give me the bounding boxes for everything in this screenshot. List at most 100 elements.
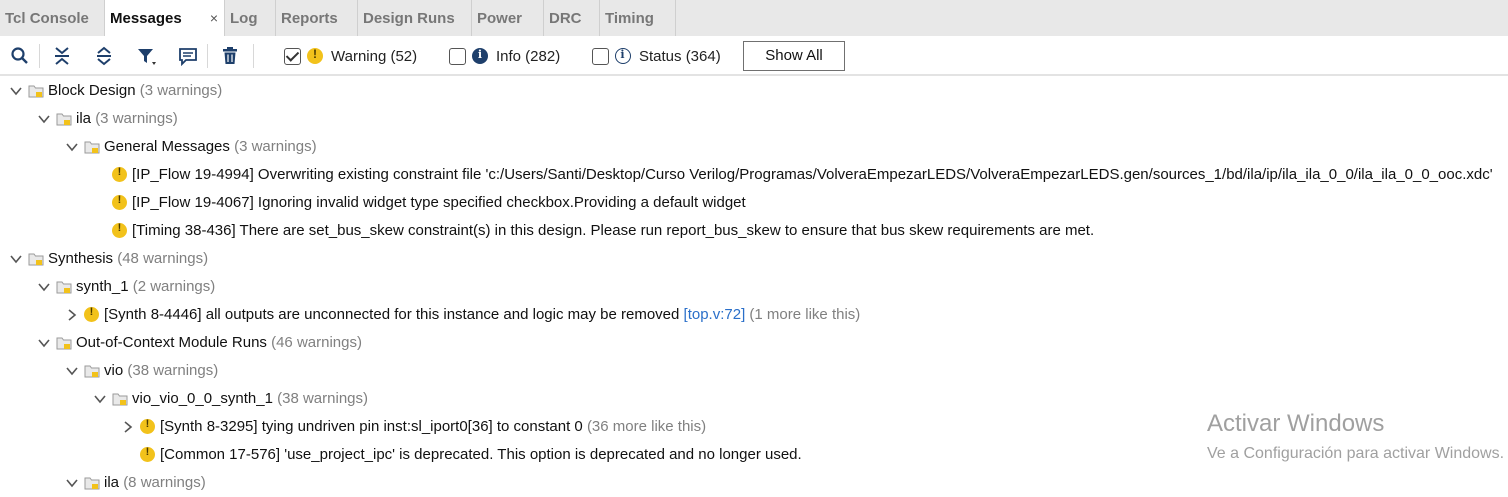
activation-watermark-title: Activar Windows bbox=[1207, 410, 1385, 437]
info-icon bbox=[472, 48, 488, 64]
tree-node-general-messages[interactable]: General Messages (3 warnings) bbox=[0, 133, 1508, 161]
folder-icon bbox=[56, 336, 72, 350]
chevron-down-icon[interactable] bbox=[66, 141, 78, 153]
message-text: [IP_Flow 19-4994] Overwriting existing c… bbox=[132, 166, 1493, 183]
message-row[interactable]: [IP_Flow 19-4067] Ignoring invalid widge… bbox=[0, 189, 1508, 217]
tree-node-synth-1[interactable]: synth_1 (2 warnings) bbox=[0, 273, 1508, 301]
tree-node-vio-synth[interactable]: vio_vio_0_0_synth_1 (38 warnings) bbox=[0, 385, 1508, 413]
toolbar-divider bbox=[207, 44, 208, 68]
warning-icon bbox=[112, 166, 127, 182]
search-icon[interactable] bbox=[10, 46, 30, 66]
folder-icon bbox=[28, 252, 44, 266]
chevron-down-icon[interactable] bbox=[10, 253, 22, 265]
collapse-all-icon[interactable] bbox=[52, 46, 72, 66]
messages-toolbar: Warning (52) Info (282) Status (364) Sho… bbox=[0, 36, 1508, 76]
tree-node-ila[interactable]: ila (3 warnings) bbox=[0, 105, 1508, 133]
tab-timing[interactable]: Timing bbox=[600, 0, 676, 36]
comment-icon[interactable] bbox=[178, 46, 198, 66]
message-text: [Common 17-576] 'use_project_ipc' is dep… bbox=[160, 446, 802, 463]
more-count: (36 more like this) bbox=[586, 418, 707, 435]
chevron-down-icon[interactable] bbox=[10, 85, 22, 97]
folder-icon bbox=[56, 280, 72, 294]
warning-icon bbox=[140, 446, 155, 462]
tab-messages[interactable]: Messages × bbox=[105, 0, 225, 36]
chevron-down-icon[interactable] bbox=[94, 393, 106, 405]
warning-filter-label: Warning (52) bbox=[331, 47, 418, 65]
tab-design-runs[interactable]: Design Runs bbox=[358, 0, 472, 36]
node-label: synth_1 bbox=[76, 278, 129, 295]
status-checkbox[interactable] bbox=[592, 47, 609, 65]
warning-icon bbox=[307, 47, 323, 64]
node-label: ila bbox=[76, 110, 92, 127]
node-count: (46 warnings) bbox=[271, 334, 362, 351]
tree-node-synthesis[interactable]: Synthesis (48 warnings) bbox=[0, 245, 1508, 273]
folder-icon bbox=[84, 140, 100, 154]
node-count: (3 warnings) bbox=[95, 110, 178, 127]
chevron-down-icon[interactable] bbox=[38, 281, 50, 293]
tab-label: Design Runs bbox=[363, 10, 455, 27]
tab-bar: Tcl Console Messages × Log Reports Design… bbox=[0, 0, 1508, 36]
toolbar-divider bbox=[253, 44, 254, 68]
message-text: [IP_Flow 19-4067] Ignoring invalid widge… bbox=[132, 194, 746, 211]
node-label: Out-of-Context Module Runs bbox=[76, 334, 267, 351]
node-count: (3 warnings) bbox=[234, 138, 317, 155]
warning-icon bbox=[140, 418, 155, 434]
chevron-down-icon[interactable] bbox=[38, 337, 50, 349]
node-count: (2 warnings) bbox=[132, 278, 216, 295]
activation-watermark-subtitle: Ve a Configuración para activar Windows. bbox=[1207, 445, 1505, 462]
chevron-down-icon[interactable] bbox=[66, 477, 78, 489]
expand-all-icon[interactable] bbox=[94, 46, 114, 66]
filter-icon[interactable] bbox=[136, 46, 156, 66]
folder-icon bbox=[28, 84, 44, 98]
tab-reports[interactable]: Reports bbox=[276, 0, 358, 36]
tab-label: Tcl Console bbox=[5, 10, 89, 27]
node-label: vio bbox=[104, 362, 124, 379]
delete-icon[interactable] bbox=[220, 46, 240, 66]
tree-node-vio[interactable]: vio (38 warnings) bbox=[0, 357, 1508, 385]
message-row[interactable]: [IP_Flow 19-4994] Overwriting existing c… bbox=[0, 161, 1508, 189]
tab-label: DRC bbox=[549, 10, 582, 27]
chevron-right-icon[interactable] bbox=[66, 309, 78, 321]
tab-label: Timing bbox=[605, 10, 654, 27]
info-filter[interactable]: Info (282) bbox=[449, 46, 560, 66]
folder-icon bbox=[84, 476, 100, 490]
message-row[interactable]: [Synth 8-4446] all outputs are unconnect… bbox=[0, 301, 1508, 329]
status-filter[interactable]: Status (364) bbox=[592, 46, 721, 66]
tab-log[interactable]: Log bbox=[225, 0, 276, 36]
node-count: (3 warnings) bbox=[139, 82, 223, 99]
source-link[interactable]: [top.v:72] bbox=[684, 306, 746, 323]
status-filter-label: Status (364) bbox=[639, 47, 721, 65]
node-label: vio_vio_0_0_synth_1 bbox=[132, 390, 273, 407]
more-count: (1 more like this) bbox=[749, 306, 861, 323]
node-label: Block Design bbox=[48, 82, 136, 99]
folder-icon bbox=[56, 112, 72, 126]
toolbar-divider bbox=[39, 44, 40, 68]
warning-checkbox[interactable] bbox=[284, 47, 301, 65]
message-row[interactable]: [Timing 38-436] There are set_bus_skew c… bbox=[0, 217, 1508, 245]
message-text: [Synth 8-4446] all outputs are unconnect… bbox=[104, 306, 680, 323]
tab-label: Messages bbox=[110, 10, 182, 27]
warning-filter[interactable]: Warning (52) bbox=[284, 46, 417, 66]
message-text: [Timing 38-436] There are set_bus_skew c… bbox=[132, 222, 1095, 239]
tree-node-block-design[interactable]: Block Design (3 warnings) bbox=[0, 77, 1508, 105]
close-tab-icon[interactable]: × bbox=[210, 10, 218, 26]
chevron-right-icon[interactable] bbox=[122, 421, 134, 433]
tab-tcl-console[interactable]: Tcl Console bbox=[0, 0, 105, 36]
folder-icon bbox=[84, 364, 100, 378]
info-filter-label: Info (282) bbox=[496, 47, 561, 65]
chevron-down-icon[interactable] bbox=[38, 113, 50, 125]
chevron-down-icon[interactable] bbox=[66, 365, 78, 377]
tab-power[interactable]: Power bbox=[472, 0, 544, 36]
tab-label: Reports bbox=[281, 10, 338, 27]
tree-node-ooc-module-runs[interactable]: Out-of-Context Module Runs (46 warnings) bbox=[0, 329, 1508, 357]
tab-label: Power bbox=[477, 10, 523, 27]
tab-label: Log bbox=[230, 10, 258, 27]
node-label: General Messages bbox=[104, 138, 230, 155]
tab-drc[interactable]: DRC bbox=[544, 0, 600, 36]
show-all-button[interactable]: Show All bbox=[743, 41, 845, 71]
info-checkbox[interactable] bbox=[449, 47, 466, 65]
tree-node-ila-2[interactable]: ila (8 warnings) bbox=[0, 469, 1508, 497]
node-label: Synthesis bbox=[48, 250, 114, 267]
node-count: (38 warnings) bbox=[127, 362, 219, 379]
node-count: (48 warnings) bbox=[117, 250, 209, 267]
